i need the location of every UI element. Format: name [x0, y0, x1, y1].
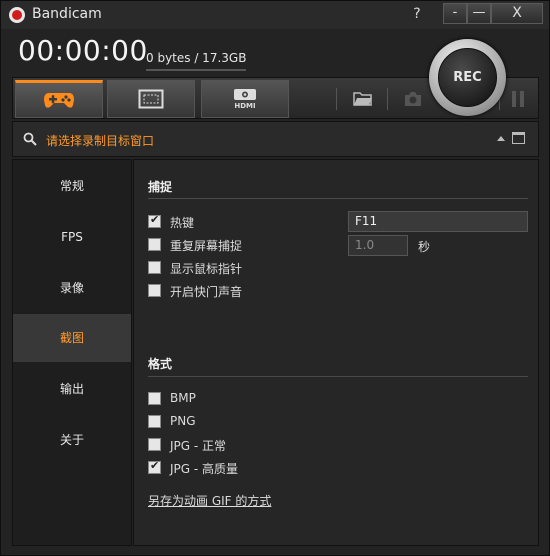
- png-label: PNG: [170, 414, 196, 428]
- repeat-capture-label: 重复屏幕捕捉: [170, 239, 243, 253]
- repeat-interval-input[interactable]: 1.0: [348, 235, 408, 256]
- target-window-bar[interactable]: 请选择录制目标窗口: [12, 121, 539, 157]
- target-window-label[interactable]: 请选择录制目标窗口: [46, 132, 154, 149]
- shutter-sound-checkbox[interactable]: [148, 284, 161, 297]
- settings-sidebar: 常规 FPS 录像 截图 输出 关于: [12, 159, 132, 546]
- svg-text:HDMI: HDMI: [234, 102, 255, 110]
- save-as-gif-link[interactable]: 另存为动画 GIF 的方式: [148, 492, 271, 509]
- bandicam-logo-icon: [9, 7, 25, 23]
- shutter-sound-label: 开启快门声音: [170, 285, 243, 299]
- jpg-normal-label: JPG - 正常: [170, 439, 227, 453]
- jpg-high-checkbox[interactable]: [148, 459, 161, 474]
- hotkey-label: 热键: [170, 216, 195, 230]
- sidebar-item-general[interactable]: 常规: [13, 162, 131, 210]
- app-title: Bandicam: [32, 6, 102, 22]
- sidebar-item-fps[interactable]: FPS: [13, 213, 131, 261]
- menu-button[interactable]: -: [443, 3, 467, 24]
- collapse-arrow-icon[interactable]: [497, 136, 505, 141]
- hotkey-checkbox[interactable]: [148, 213, 161, 228]
- tab-game-mode[interactable]: [15, 80, 103, 118]
- tab-screen-mode[interactable]: [107, 80, 195, 118]
- png-checkbox[interactable]: [148, 415, 161, 428]
- capture-section-title: 捕捉: [148, 180, 173, 194]
- screen-rect-icon: [138, 89, 164, 109]
- recording-timer: 00:00:00: [18, 34, 148, 67]
- toolbar-separator: [336, 88, 337, 110]
- show-cursor-checkbox[interactable]: [148, 261, 161, 274]
- sidebar-item-screenshot[interactable]: 截图: [13, 314, 131, 362]
- hdmi-icon: HDMI: [234, 89, 256, 110]
- show-cursor-label: 显示鼠标指针: [170, 262, 243, 276]
- sidebar-item-video[interactable]: 录像: [13, 264, 131, 312]
- size-progress-bar: [146, 69, 246, 71]
- screenshot-settings-panel: 捕捉 热键 F11 重复屏幕捕捉 1.0 秒 显示鼠标指针 开启快门声音 格式 …: [133, 159, 539, 546]
- file-size-text: 0 bytes / 17.3GB: [146, 51, 247, 65]
- bmp-checkbox[interactable]: [148, 392, 161, 405]
- jpg-normal-checkbox[interactable]: [148, 438, 161, 451]
- pause-icon[interactable]: [510, 90, 526, 108]
- section-divider: [148, 198, 528, 199]
- hotkey-input[interactable]: F11: [348, 211, 528, 232]
- section-divider: [148, 376, 528, 377]
- bmp-label: BMP: [170, 391, 196, 405]
- camera-icon[interactable]: [403, 90, 423, 108]
- folder-icon[interactable]: [353, 91, 373, 107]
- sidebar-item-about[interactable]: 关于: [13, 416, 131, 464]
- close-button[interactable]: X: [491, 3, 543, 24]
- seconds-unit-label: 秒: [418, 240, 431, 254]
- rec-button-label: REC: [438, 48, 497, 107]
- bandicam-window: Bandicam ? - — X 00:00:00 0 bytes / 17.3…: [0, 0, 550, 556]
- jpg-high-label: JPG - 高质量: [170, 462, 239, 476]
- minimize-button[interactable]: —: [467, 3, 491, 24]
- format-section-title: 格式: [148, 357, 173, 371]
- tab-hdmi-mode[interactable]: HDMI: [201, 80, 289, 118]
- window-icon[interactable]: [512, 132, 525, 144]
- title-bar: Bandicam ? - — X: [1, 1, 549, 29]
- rec-button[interactable]: REC: [429, 39, 506, 116]
- search-icon: [23, 132, 37, 146]
- toolbar-separator: [387, 88, 388, 110]
- gamepad-icon: [44, 93, 74, 108]
- help-button[interactable]: ?: [407, 4, 427, 24]
- repeat-capture-checkbox[interactable]: [148, 238, 161, 251]
- sidebar-item-output[interactable]: 输出: [13, 365, 131, 413]
